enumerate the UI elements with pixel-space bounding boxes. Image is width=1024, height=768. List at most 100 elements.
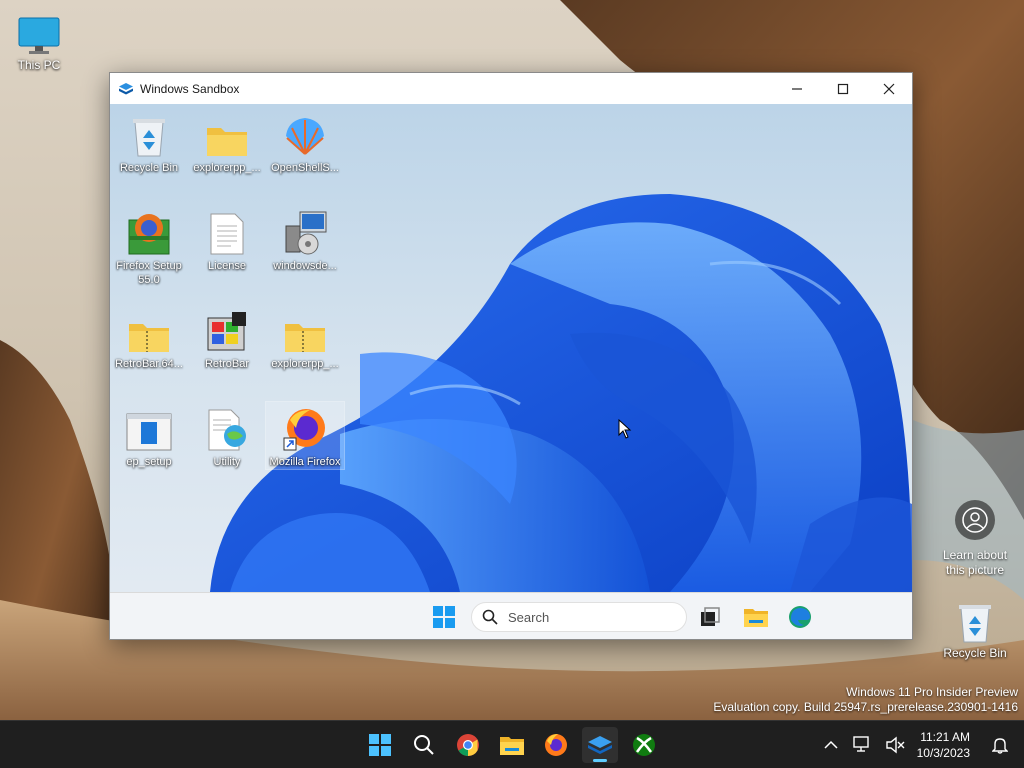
sandbox-task-view-button[interactable] [694, 601, 726, 633]
volume-muted-icon [885, 736, 905, 754]
maximize-button[interactable] [820, 73, 866, 104]
windows-sandbox-button[interactable] [582, 727, 618, 763]
minimize-button[interactable] [774, 73, 820, 104]
icon-label: explorerpp_... [271, 358, 339, 370]
chrome-button[interactable] [450, 727, 486, 763]
sandbox-file-explorer-button[interactable] [740, 601, 772, 633]
network-icon [852, 736, 869, 752]
sandbox-search-box[interactable]: Search [471, 602, 687, 632]
sandbox-icon-recycle-bin[interactable]: Recycle Bin [110, 108, 188, 175]
close-icon [883, 83, 895, 94]
retrobar-icon [207, 312, 246, 351]
sandbox-icon-license[interactable]: License [188, 206, 266, 273]
windows-start-icon [369, 734, 391, 756]
volume-button[interactable] [883, 733, 907, 757]
desktop-icon-recycle-bin[interactable]: Recycle Bin [933, 596, 1017, 660]
sandbox-icon-utility[interactable]: Utility [188, 402, 266, 469]
sandbox-icon [588, 736, 612, 754]
shell-icon [286, 118, 324, 155]
sandbox-start-button[interactable] [428, 601, 460, 633]
file-explorer-button[interactable] [494, 727, 530, 763]
firefox-setup-icon [128, 214, 170, 255]
icon-label: RetroBar [204, 358, 250, 370]
icon-label: Mozilla Firefox [269, 456, 341, 468]
icon-label: ep_setup [126, 456, 172, 468]
bell-icon [992, 738, 1008, 754]
file-explorer-icon [744, 609, 768, 627]
camera-icon [962, 507, 988, 533]
sandbox-icon-explorerpp-zip[interactable]: explorerpp_... [266, 304, 344, 371]
desktop-icon-this-pc[interactable]: This PC [0, 8, 81, 72]
learn-about-label: Learn about this picture [942, 548, 1008, 577]
minimize-icon [792, 87, 802, 90]
sandbox-icon-ep-setup[interactable]: ep_setup [110, 402, 188, 469]
clock[interactable]: 11:21 AM 10/3/2023 [917, 729, 970, 761]
file-explorer-icon [500, 737, 524, 755]
icon-label: explorerpp_... [193, 162, 261, 174]
folder-icon [207, 128, 247, 156]
start-button[interactable] [362, 727, 398, 763]
firefox-shortcut-icon [283, 409, 325, 451]
installer-icon [285, 211, 327, 255]
learn-about-picture-button[interactable]: Learn about this picture [938, 500, 1012, 578]
task-view-icon [701, 607, 720, 626]
show-hidden-icons-button[interactable] [819, 733, 843, 757]
icon-label: Recycle Bin [119, 162, 179, 174]
maximize-icon [837, 83, 849, 94]
sandbox-edge-button[interactable] [784, 601, 816, 633]
recycle-bin-icon [959, 605, 991, 643]
icon-label: Utility [213, 456, 241, 468]
watermark-line2: Evaluation copy. Build 25947.rs_prerelea… [713, 700, 1018, 714]
ep-setup-icon [126, 413, 172, 451]
icon-label: RetroBar.64... [115, 358, 183, 370]
zip-folder-icon [285, 324, 325, 352]
system-tray: 11:21 AM 10/3/2023 [815, 721, 1024, 768]
clock-time: 11:21 AM [920, 730, 970, 744]
xbox-button[interactable] [626, 727, 662, 763]
sandbox-taskbar[interactable]: Search [110, 592, 912, 639]
clock-date: 10/3/2023 [916, 746, 970, 760]
evaluation-watermark: Windows 11 Pro Insider Preview Evaluatio… [713, 685, 1018, 715]
host-taskbar[interactable]: 11:21 AM 10/3/2023 [0, 720, 1024, 768]
sandbox-icon-openshell[interactable]: OpenShellS... [266, 108, 344, 175]
mouse-cursor-icon [618, 419, 632, 439]
title-bar[interactable]: Windows Sandbox [110, 73, 912, 104]
watermark-line1: Windows 11 Pro Insider Preview [846, 685, 1018, 699]
search-button[interactable] [406, 727, 442, 763]
sandbox-icon-explorerpp-folder[interactable]: explorerpp_... [188, 108, 266, 175]
desktop-icon-label: This PC [17, 58, 61, 72]
chevron-up-icon [824, 740, 838, 749]
sandbox-desktop[interactable]: Recycle Bin explorerpp_... OpenShellS...… [110, 104, 912, 592]
zip-folder-icon [129, 324, 169, 352]
notifications-button[interactable] [988, 733, 1012, 757]
network-button[interactable] [851, 733, 875, 757]
icon-label: License [208, 260, 246, 272]
search-icon [414, 735, 434, 755]
firefox-icon [545, 734, 567, 756]
sandbox-logo-icon [118, 82, 134, 96]
utility-icon [208, 409, 246, 451]
active-indicator [593, 759, 607, 762]
sandbox-icon-firefox-setup[interactable]: Firefox Setup 55.0 [110, 206, 188, 287]
document-icon [210, 213, 244, 255]
sandbox-icon-mozilla-firefox[interactable]: Mozilla Firefox [265, 401, 345, 470]
this-pc-icon [18, 17, 60, 54]
icon-label: OpenShellS... [271, 162, 339, 174]
chrome-icon [457, 734, 479, 756]
sandbox-icon-windowsdesktop[interactable]: windowsde... [266, 206, 344, 273]
edge-icon [789, 606, 811, 628]
firefox-button[interactable] [538, 727, 574, 763]
close-button[interactable] [866, 73, 912, 104]
sandbox-icon-retrobar[interactable]: RetroBar [188, 304, 266, 371]
icon-label: Firefox Setup 55.0 [116, 260, 182, 286]
search-placeholder: Search [508, 609, 550, 625]
desktop-icon-label: Recycle Bin [943, 646, 1007, 660]
recycle-bin-icon [133, 119, 165, 157]
window-title: Windows Sandbox [140, 81, 240, 96]
icon-label: windowsde... [273, 260, 337, 272]
windows-sandbox-window[interactable]: Windows Sandbox Recycle Bin explorerpp_.… [109, 72, 913, 640]
windows-start-icon [433, 606, 455, 628]
search-icon [482, 609, 498, 625]
xbox-icon [633, 734, 655, 756]
sandbox-icon-retrobar-zip[interactable]: RetroBar.64... [110, 304, 188, 371]
